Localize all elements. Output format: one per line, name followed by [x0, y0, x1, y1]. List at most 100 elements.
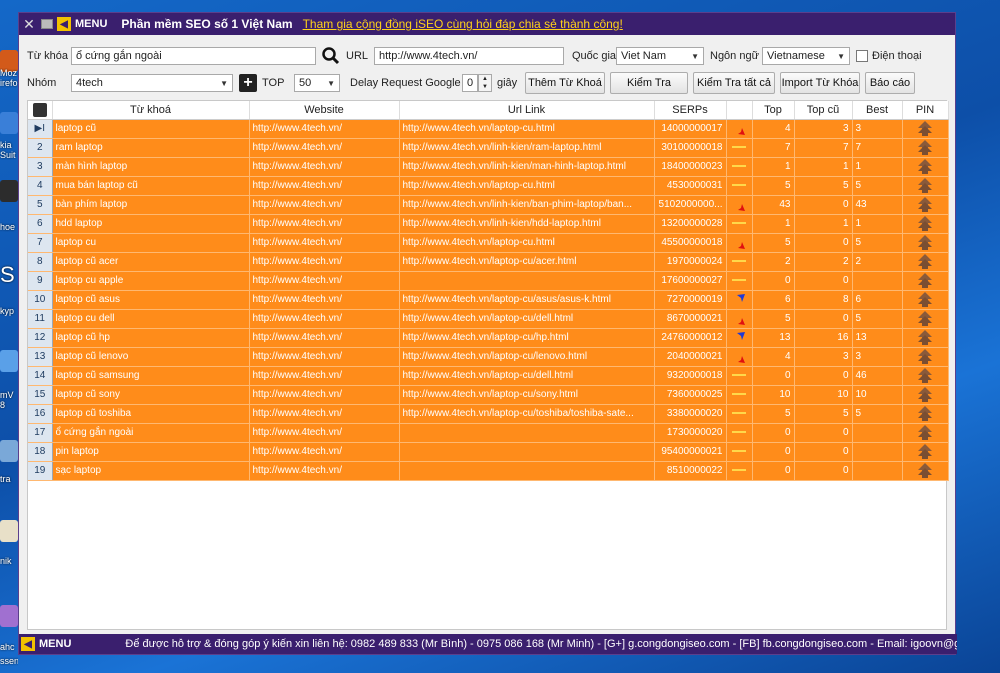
table-row[interactable]: 17 ổ cứng gắn ngoài http://www.4tech.vn/17…	[28, 423, 949, 443]
pin-cell[interactable]	[902, 461, 949, 481]
column-header-serps[interactable]: SERPs	[654, 101, 727, 120]
pin-cell[interactable]	[902, 252, 949, 272]
group-select[interactable]: 4tech ▼	[71, 74, 233, 92]
pin-cell[interactable]	[902, 157, 949, 177]
row-number[interactable]: 6	[28, 214, 53, 234]
row-number[interactable]: 3	[28, 157, 53, 177]
pin-icon[interactable]	[917, 178, 933, 193]
row-number[interactable]: 7	[28, 233, 53, 253]
pin-cell[interactable]	[902, 290, 949, 310]
close-icon[interactable]: ✕	[21, 16, 37, 33]
pin-cell[interactable]	[902, 385, 949, 405]
table-row[interactable]: 15 laptop cũ sony http://www.4tech.vn/http…	[28, 385, 949, 405]
pin-icon[interactable]	[917, 387, 933, 402]
row-number[interactable]: 16	[28, 404, 53, 424]
pin-cell[interactable]	[902, 347, 949, 367]
pin-icon[interactable]	[917, 463, 933, 478]
pin-icon[interactable]	[917, 368, 933, 383]
pin-icon[interactable]	[917, 406, 933, 421]
check-all-button[interactable]: Kiểm Tra tất cả	[693, 72, 775, 94]
table-row[interactable]: 12 laptop cũ hp http://www.4tech.vn/http:/…	[28, 328, 949, 348]
country-select[interactable]: Viet Nam ▼	[616, 47, 704, 65]
table-row[interactable]: 5 bàn phím laptop http://www.4tech.vn/http…	[28, 195, 949, 215]
column-header-old-top[interactable]: Top cũ	[794, 101, 853, 120]
nokia-suite-desktop-icon[interactable]	[0, 112, 18, 134]
table-row[interactable]: 9 laptop cu apple http://www.4tech.vn/1760…	[28, 271, 949, 291]
table-row[interactable]: 10 laptop cũ asus http://www.4tech.vn/http…	[28, 290, 949, 310]
row-number[interactable]: 18	[28, 442, 53, 462]
table-row[interactable]: 16 laptop cũ toshiba http://www.4tech.vn/h…	[28, 404, 949, 424]
row-number[interactable]: 8	[28, 252, 53, 272]
app-desktop-icon[interactable]	[0, 520, 18, 542]
pin-icon[interactable]	[917, 349, 933, 364]
row-number[interactable]: 14	[28, 366, 53, 386]
row-number[interactable]: 15	[28, 385, 53, 405]
table-row[interactable]: ▶I laptop cũ http://www.4tech.vn/http://ww…	[28, 119, 949, 139]
row-number[interactable]: 11	[28, 309, 53, 329]
pin-cell[interactable]	[902, 233, 949, 253]
pin-icon[interactable]	[917, 292, 933, 307]
row-number[interactable]: 12	[28, 328, 53, 348]
pin-icon[interactable]	[917, 121, 933, 136]
row-number[interactable]: 17	[28, 423, 53, 443]
import-keyword-button[interactable]: Import Từ Khóa	[780, 72, 860, 94]
pin-cell[interactable]	[902, 366, 949, 386]
table-row[interactable]: 2 ram laptop http://www.4tech.vn/http://ww…	[28, 138, 949, 158]
table-row[interactable]: 18 pin laptop http://www.4tech.vn/95400000…	[28, 442, 949, 462]
table-row[interactable]: 14 laptop cũ samsung http://www.4tech.vn/h…	[28, 366, 949, 386]
url-input[interactable]: http://www.4tech.vn/	[374, 47, 564, 65]
table-row[interactable]: 11 laptop cu dell http://www.4tech.vn/http…	[28, 309, 949, 329]
pin-cell[interactable]	[902, 442, 949, 462]
row-number[interactable]: 10	[28, 290, 53, 310]
table-row[interactable]: 6 hdd laptop http://www.4tech.vn/http://ww…	[28, 214, 949, 234]
table-row[interactable]: 4 mua bán laptop cũ http://www.4tech.vn/ht…	[28, 176, 949, 196]
top-select[interactable]: 50 ▼	[294, 74, 340, 92]
delay-spinner[interactable]: ▲ ▼	[478, 74, 492, 92]
pin-cell[interactable]	[902, 328, 949, 348]
pin-icon[interactable]	[917, 159, 933, 174]
pin-icon[interactable]	[917, 425, 933, 440]
row-number[interactable]: 2	[28, 138, 53, 158]
pin-icon[interactable]	[917, 216, 933, 231]
delay-input[interactable]: 0	[462, 74, 478, 92]
column-header-url[interactable]: Url Link	[399, 101, 655, 120]
status-menu-button[interactable]: ◀ MENU	[21, 636, 75, 652]
pin-icon[interactable]	[917, 330, 933, 345]
save-icon-header[interactable]	[28, 101, 53, 120]
pin-icon[interactable]	[917, 197, 933, 212]
column-header-website[interactable]: Website	[249, 101, 400, 120]
check-button[interactable]: Kiểm Tra	[610, 72, 688, 94]
pin-cell[interactable]	[902, 271, 949, 291]
app-desktop-icon[interactable]	[0, 180, 18, 202]
report-button[interactable]: Báo cáo	[865, 72, 915, 94]
minimize-icon[interactable]	[41, 19, 53, 29]
menu-button[interactable]: ◀ MENU	[57, 16, 111, 32]
column-header-keyword[interactable]: Từ khoá	[52, 101, 250, 120]
pin-cell[interactable]	[902, 404, 949, 424]
search-icon[interactable]	[321, 46, 341, 66]
row-number[interactable]: 19	[28, 461, 53, 481]
add-group-icon[interactable]: +	[239, 74, 257, 92]
community-link[interactable]: Tham gia cộng đồng iSEO cùng hỏi đáp chi…	[303, 17, 623, 31]
current-row-marker[interactable]: ▶I	[28, 119, 53, 139]
row-number[interactable]: 4	[28, 176, 53, 196]
pin-cell[interactable]	[902, 176, 949, 196]
table-row[interactable]: 7 laptop cu http://www.4tech.vn/http://www…	[28, 233, 949, 253]
pin-cell[interactable]	[902, 138, 949, 158]
phone-checkbox[interactable]	[856, 50, 868, 62]
row-number[interactable]: 9	[28, 271, 53, 291]
keyword-input[interactable]: ổ cứng gắn ngoài	[71, 47, 316, 65]
column-header-pin[interactable]: PIN	[902, 101, 949, 120]
column-header-best[interactable]: Best	[852, 101, 903, 120]
language-select[interactable]: Vietnamese ▼	[762, 47, 850, 65]
row-number[interactable]: 13	[28, 347, 53, 367]
messenger-desktop-icon[interactable]	[0, 605, 18, 627]
column-header-top[interactable]: Top	[752, 101, 795, 120]
pin-cell[interactable]	[902, 214, 949, 234]
pin-icon[interactable]	[917, 235, 933, 250]
row-number[interactable]: 5	[28, 195, 53, 215]
table-row[interactable]: 19 sạc laptop http://www.4tech.vn/85100000…	[28, 461, 949, 481]
table-row[interactable]: 8 laptop cũ acer http://www.4tech.vn/http:…	[28, 252, 949, 272]
pin-cell[interactable]	[902, 195, 949, 215]
column-header-trend[interactable]	[726, 101, 753, 120]
